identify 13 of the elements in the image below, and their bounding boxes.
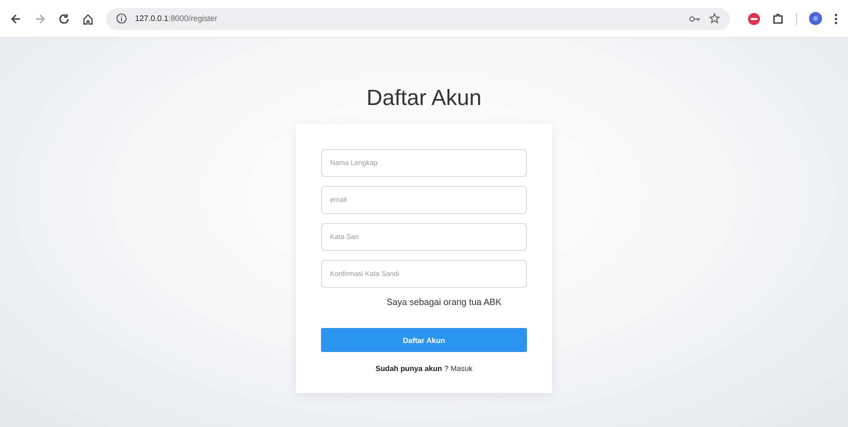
- page-title: Daftar Akun: [366, 87, 482, 108]
- address-bar[interactable]: 127.0.0.1:8000/register: [106, 8, 730, 30]
- url-text: 127.0.0.1:8000/register: [135, 14, 218, 23]
- parent-option-text: Saya sebagai orang tua ABK: [385, 297, 502, 307]
- puzzle-icon[interactable]: [772, 12, 784, 24]
- reload-icon[interactable]: [58, 12, 70, 24]
- profile-avatar-icon[interactable]: [809, 12, 822, 25]
- star-icon[interactable]: [709, 13, 720, 24]
- back-icon[interactable]: [10, 12, 22, 24]
- menu-icon[interactable]: [834, 12, 838, 24]
- home-icon[interactable]: [82, 12, 94, 24]
- key-icon[interactable]: [689, 14, 701, 24]
- info-icon[interactable]: [116, 13, 127, 24]
